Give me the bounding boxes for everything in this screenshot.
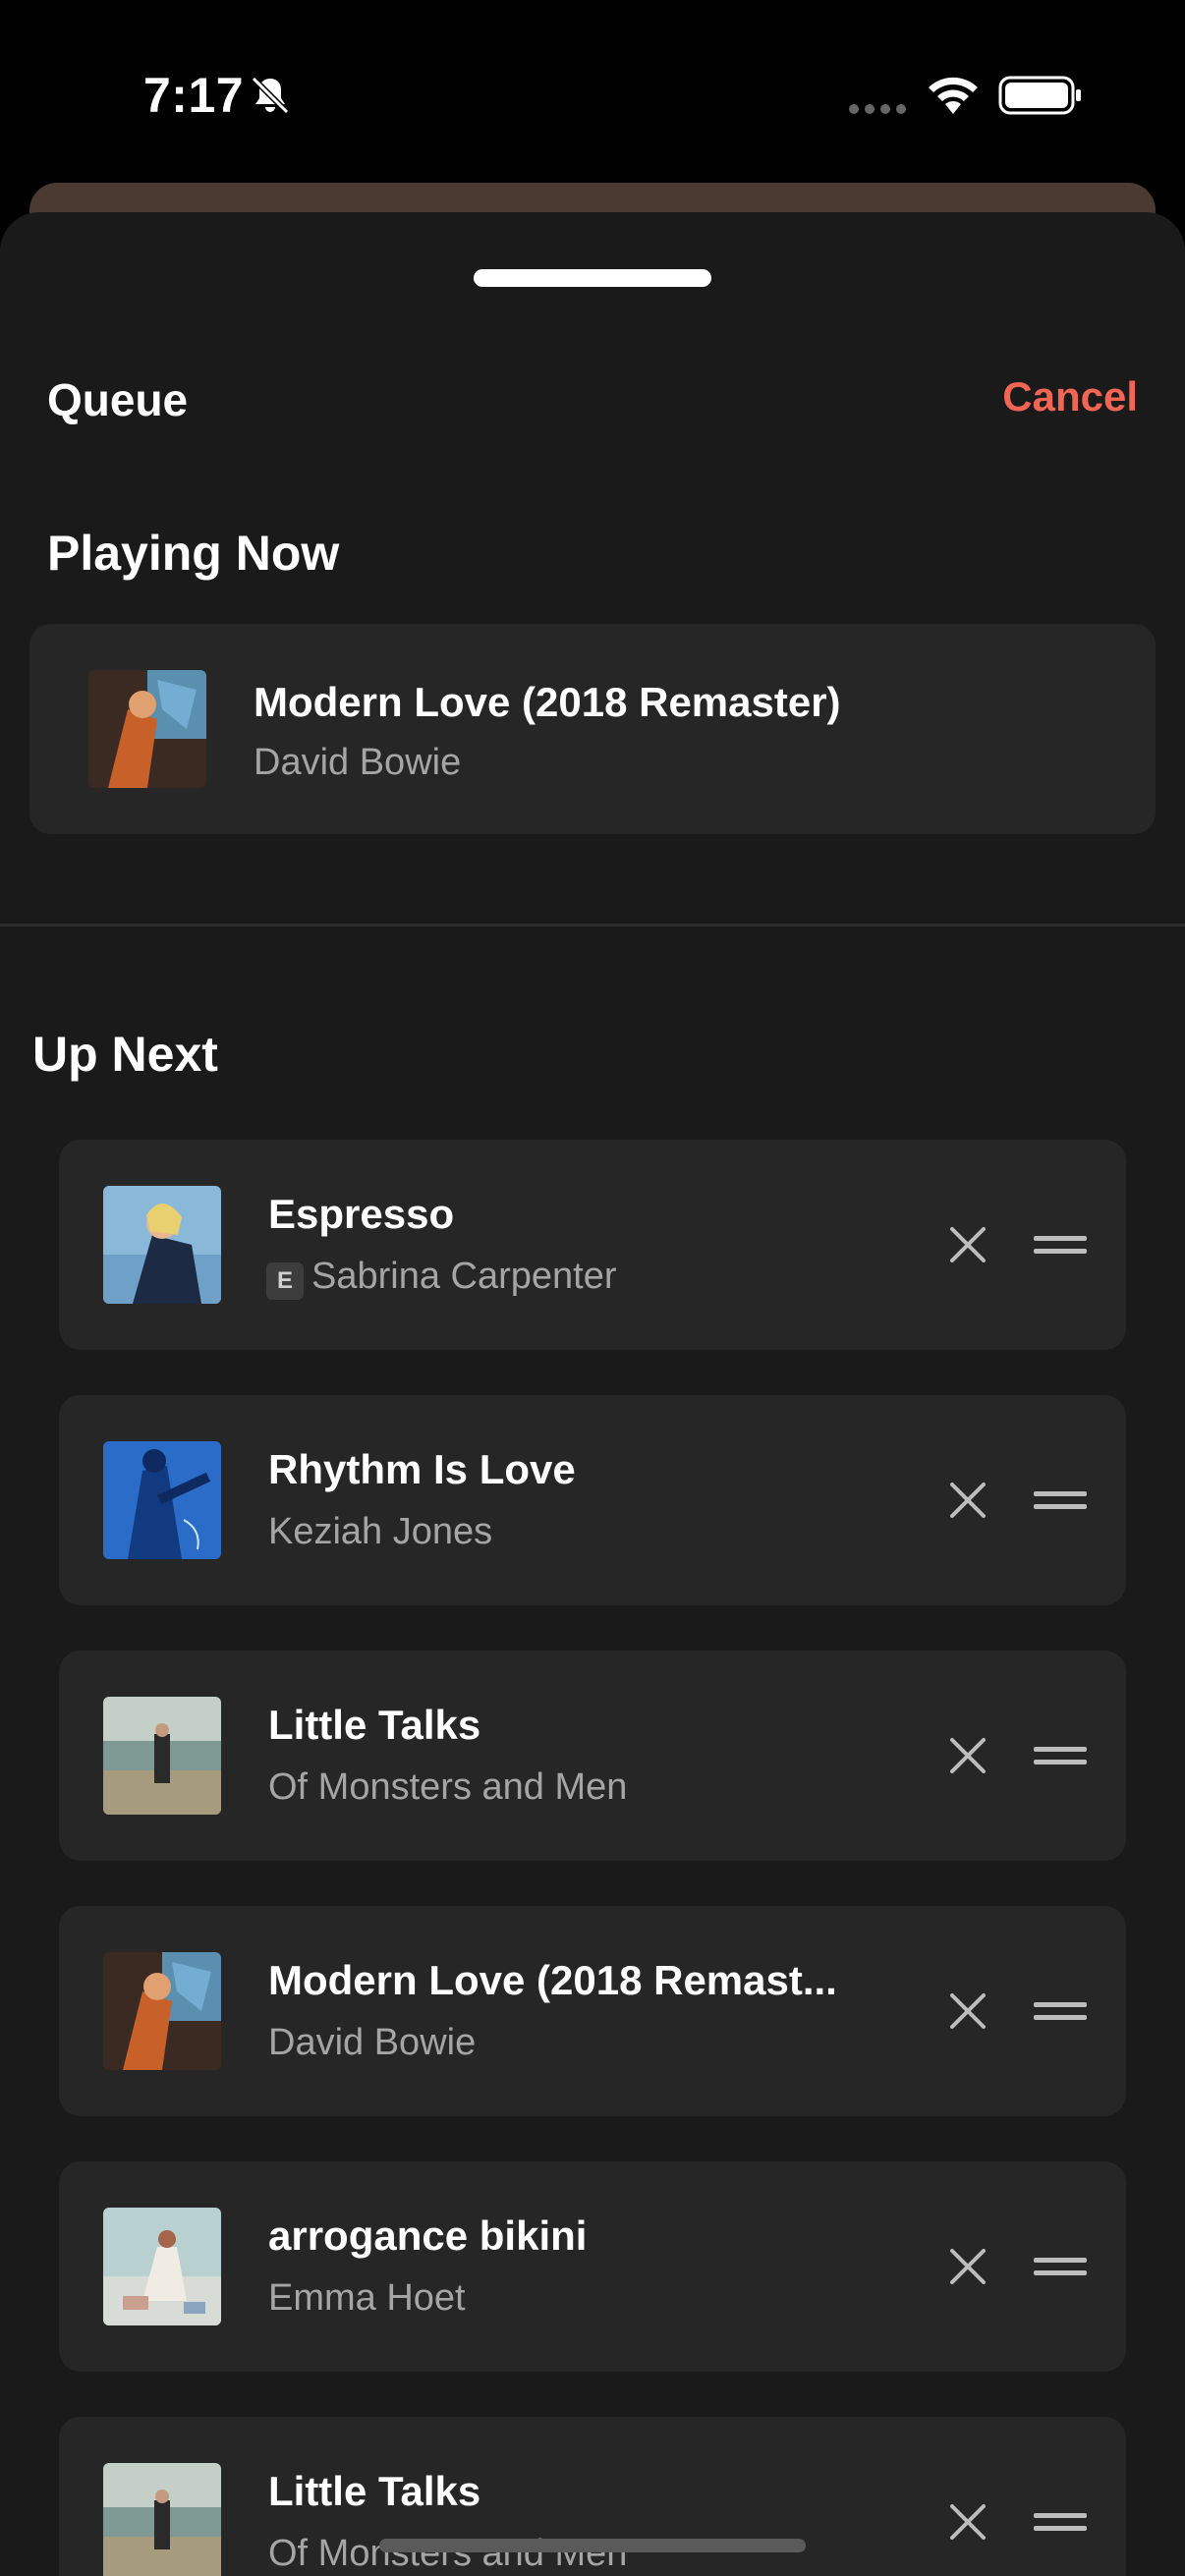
- queue-sheet: Queue Cancel Playing Now Modern Love (20…: [0, 212, 1185, 2576]
- album-art: [103, 2463, 221, 2576]
- signal-dots-icon: [849, 104, 906, 114]
- track-title: arrogance bikini: [268, 2212, 588, 2259]
- album-art: [88, 670, 206, 788]
- track-title: Rhythm Is Love: [268, 1446, 576, 1492]
- home-indicator[interactable]: [379, 2539, 806, 2552]
- queue-item[interactable]: Espresso E Sabrina Carpenter: [59, 1140, 1126, 1350]
- track-artist: Of Monsters and Men: [268, 1766, 628, 1808]
- close-icon[interactable]: [946, 1223, 989, 1266]
- status-bar: 7:17: [0, 0, 1185, 187]
- track-title: Modern Love (2018 Remast...: [268, 1957, 837, 2003]
- now-playing-title: Modern Love (2018 Remaster): [254, 679, 841, 725]
- album-art: [103, 1186, 221, 1304]
- track-artist: Sabrina Carpenter: [311, 1256, 617, 1297]
- queue-item[interactable]: arrogance bikini Emma Hoet: [59, 2161, 1126, 2372]
- track-title: Little Talks: [268, 2468, 481, 2514]
- track-artist: David Bowie: [268, 2022, 477, 2063]
- drag-handle-icon[interactable]: [1032, 2252, 1089, 2281]
- playing-now-heading: Playing Now: [47, 526, 340, 581]
- album-art: [103, 1697, 221, 1815]
- close-icon[interactable]: [946, 2245, 989, 2288]
- close-icon[interactable]: [946, 1479, 989, 1522]
- drag-handle-icon[interactable]: [1032, 1230, 1089, 1260]
- queue-item[interactable]: Modern Love (2018 Remast... David Bowie: [59, 1906, 1126, 2116]
- battery-icon: [998, 76, 1081, 115]
- now-playing-card[interactable]: Modern Love (2018 Remaster) David Bowie: [29, 624, 1156, 834]
- queue-item[interactable]: Little Talks Of Monsters and Men: [59, 1651, 1126, 1861]
- track-title: Espresso: [268, 1191, 455, 1237]
- sheet-grabber[interactable]: [474, 269, 711, 287]
- close-icon[interactable]: [946, 1989, 989, 2033]
- bell-slash-icon: [251, 76, 290, 115]
- drag-handle-icon[interactable]: [1032, 1485, 1089, 1515]
- cancel-button[interactable]: Cancel: [1002, 373, 1138, 420]
- queue-item[interactable]: Rhythm Is Love Keziah Jones: [59, 1395, 1126, 1605]
- up-next-heading: Up Next: [32, 1027, 218, 1082]
- now-playing-artist: David Bowie: [254, 742, 462, 783]
- album-art: [103, 1952, 221, 2070]
- sheet-title: Queue: [47, 374, 189, 425]
- album-art: [103, 1441, 221, 1559]
- drag-handle-icon[interactable]: [1032, 2507, 1089, 2537]
- track-artist: Keziah Jones: [268, 1511, 493, 1552]
- section-divider: [0, 924, 1185, 926]
- close-icon[interactable]: [946, 1734, 989, 1777]
- drag-handle-icon[interactable]: [1032, 1996, 1089, 2026]
- album-art: [103, 2208, 221, 2325]
- wifi-icon: [929, 77, 978, 114]
- status-time: 7:17: [143, 68, 245, 123]
- explicit-badge: E: [266, 1262, 304, 1300]
- drag-handle-icon[interactable]: [1032, 1741, 1089, 1770]
- track-artist: Emma Hoet: [268, 2277, 466, 2319]
- close-icon[interactable]: [946, 2500, 989, 2544]
- track-title: Little Talks: [268, 1702, 481, 1748]
